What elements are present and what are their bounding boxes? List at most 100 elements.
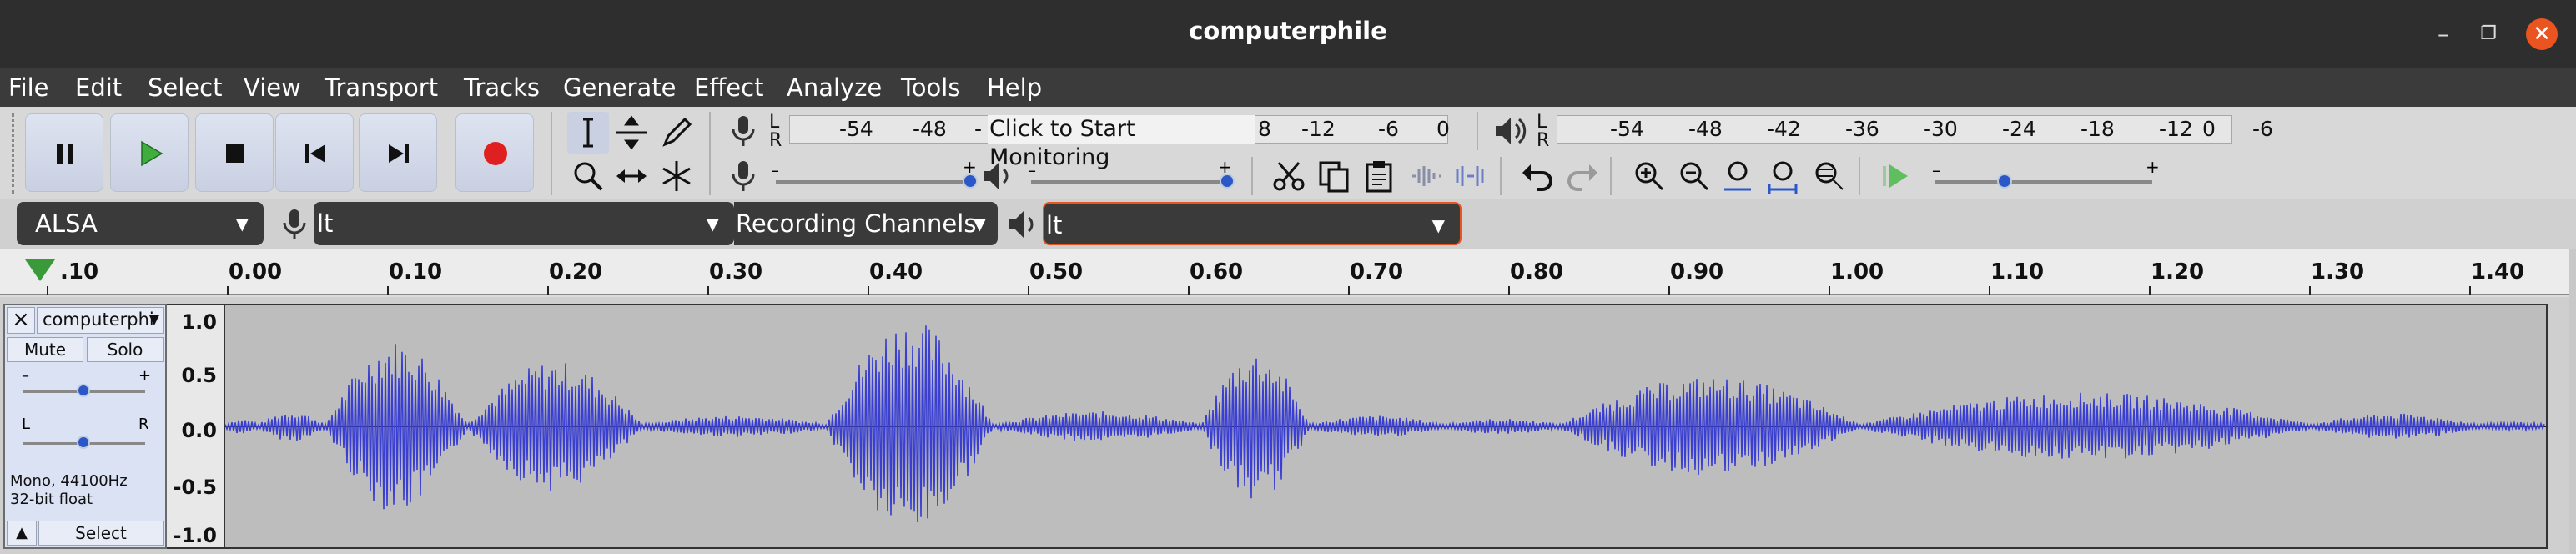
- paste-button[interactable]: [1358, 155, 1400, 197]
- separator: [1251, 157, 1253, 195]
- menu-transport[interactable]: Transport: [325, 73, 438, 102]
- meter-tick: -48: [913, 117, 947, 141]
- recording-volume-slider[interactable]: [776, 180, 973, 184]
- menu-tracks[interactable]: Tracks: [464, 73, 540, 102]
- slider-minus: –: [771, 160, 779, 180]
- cut-button[interactable]: [1268, 155, 1310, 197]
- minimize-button[interactable]: –: [2429, 20, 2458, 48]
- play-head-triangle-icon[interactable]: [25, 259, 55, 281]
- copy-button[interactable]: [1313, 155, 1355, 197]
- zoom-tool[interactable]: [567, 155, 609, 197]
- meter-tick: -54: [1610, 117, 1644, 141]
- menu-select[interactable]: Select: [148, 73, 222, 102]
- skip-to-end-button[interactable]: [359, 113, 437, 192]
- pan-left-label: L: [22, 416, 31, 433]
- meter-tick: -6: [2252, 117, 2273, 141]
- timeline-tick-mark: [1668, 286, 1670, 295]
- title-bar: computerphile – ❐ ✕: [0, 0, 2576, 68]
- menu-generate[interactable]: Generate: [563, 73, 676, 102]
- playback-volume-knob[interactable]: [1220, 174, 1235, 189]
- time-shift-tool[interactable]: [611, 155, 652, 197]
- timeline-tick-label: 1.20: [2151, 259, 2205, 285]
- chevron-down-icon: ▼: [973, 214, 986, 234]
- maximize-button[interactable]: ❐: [2474, 20, 2503, 48]
- toolbar-grabber[interactable]: [12, 113, 15, 194]
- record-meter-button[interactable]: [722, 110, 764, 152]
- magnifier-icon: [574, 162, 603, 191]
- menu-help[interactable]: Help: [987, 73, 1042, 102]
- trim-audio-button[interactable]: [1405, 155, 1446, 197]
- meter-tick: -12: [1301, 117, 1336, 141]
- chevron-down-icon: ▼: [148, 311, 159, 327]
- timeline-tick-label: 0.10: [389, 259, 443, 285]
- fit-project-icon: [1768, 161, 1798, 194]
- menu-edit[interactable]: Edit: [75, 73, 122, 102]
- microphone-icon: [283, 209, 306, 239]
- zoom-toggle-icon: [1815, 162, 1844, 190]
- menu-view[interactable]: View: [244, 73, 301, 102]
- meter-r-label: R: [769, 130, 782, 151]
- meter-tick: -30: [1924, 117, 1958, 141]
- timeline-tick-mark: [707, 286, 709, 295]
- recording-device-icon: [274, 204, 315, 245]
- pan-knob[interactable]: [77, 436, 90, 449]
- meter-tick: -6: [1378, 117, 1399, 141]
- menu-tools[interactable]: Tools: [901, 73, 960, 102]
- record-button[interactable]: [455, 113, 534, 192]
- skip-end-icon: [389, 144, 409, 163]
- track-close-button[interactable]: ×: [7, 307, 35, 334]
- zoom-out-button[interactable]: [1673, 155, 1715, 197]
- audio-host-value: ALSA: [35, 209, 98, 238]
- envelope-tool[interactable]: [611, 112, 652, 154]
- play-button[interactable]: [110, 113, 189, 192]
- play-speed-knob[interactable]: [1997, 174, 2012, 189]
- menu-effect[interactable]: Effect: [694, 73, 763, 102]
- meter-tick: 0: [2202, 117, 2216, 141]
- vruler-label: 0.5: [181, 364, 217, 387]
- playback-meter[interactable]: [1557, 115, 2232, 144]
- gain-knob[interactable]: [77, 384, 90, 397]
- separator: [1477, 112, 1478, 150]
- vertical-scrollbar[interactable]: [2569, 249, 2576, 554]
- selection-tool[interactable]: [567, 112, 609, 154]
- record-icon: [484, 142, 507, 165]
- recording-channels-value: Recording Channels: [736, 209, 977, 238]
- play-at-speed-button[interactable]: [1875, 155, 1917, 197]
- stop-button[interactable]: [195, 113, 274, 192]
- draw-tool[interactable]: [656, 112, 697, 154]
- playback-volume-slider[interactable]: [1031, 180, 1228, 184]
- slider-minus: –: [1028, 160, 1036, 180]
- timeline-tick-mark: [47, 286, 48, 295]
- solo-button[interactable]: Solo: [87, 337, 164, 362]
- zoom-in-button[interactable]: [1628, 155, 1670, 197]
- recording-device-select[interactable]: lt ▼: [314, 202, 734, 245]
- undo-button[interactable]: [1517, 155, 1558, 197]
- zoom-toggle-button[interactable]: [1809, 155, 1850, 197]
- track-name-menu[interactable]: computerphi ▼: [37, 307, 164, 334]
- timeline-ruler[interactable]: .10 0.00 0.10 0.20 0.30 0.40 0.50 0.60 0.70 0.80 0…: [0, 249, 2576, 295]
- fit-selection-icon: [1724, 161, 1751, 191]
- microphone-icon: [732, 161, 755, 191]
- redo-button[interactable]: [1562, 155, 1603, 197]
- fit-project-button[interactable]: [1763, 155, 1805, 197]
- speaker-icon: [1496, 118, 1527, 144]
- menu-file[interactable]: File: [8, 73, 49, 102]
- playback-meter-button[interactable]: [1488, 110, 1530, 152]
- waveform-display[interactable]: [224, 304, 2548, 549]
- menu-analyze[interactable]: Analyze: [787, 73, 882, 102]
- recording-channels-select[interactable]: Recording Channels ▼: [734, 202, 998, 245]
- click-to-start-monitoring[interactable]: Click to Start Monitoring: [988, 115, 1255, 170]
- multi-tool[interactable]: [656, 155, 697, 197]
- audio-host-select[interactable]: ALSA ▼: [17, 202, 264, 245]
- mute-button[interactable]: Mute: [7, 337, 83, 362]
- fit-selection-button[interactable]: [1718, 155, 1760, 197]
- play-speed-slider[interactable]: [1935, 180, 2152, 184]
- playback-device-select[interactable]: lt ▼: [1043, 202, 1462, 245]
- silence-audio-button[interactable]: [1450, 155, 1492, 197]
- skip-to-start-button[interactable]: [275, 113, 354, 192]
- pause-button[interactable]: [25, 113, 103, 192]
- timeline-tick-mark: [547, 286, 549, 295]
- select-track-button[interactable]: Select: [38, 521, 164, 546]
- close-window-button[interactable]: ✕: [2526, 18, 2558, 50]
- collapse-track-button[interactable]: ▲: [7, 521, 37, 546]
